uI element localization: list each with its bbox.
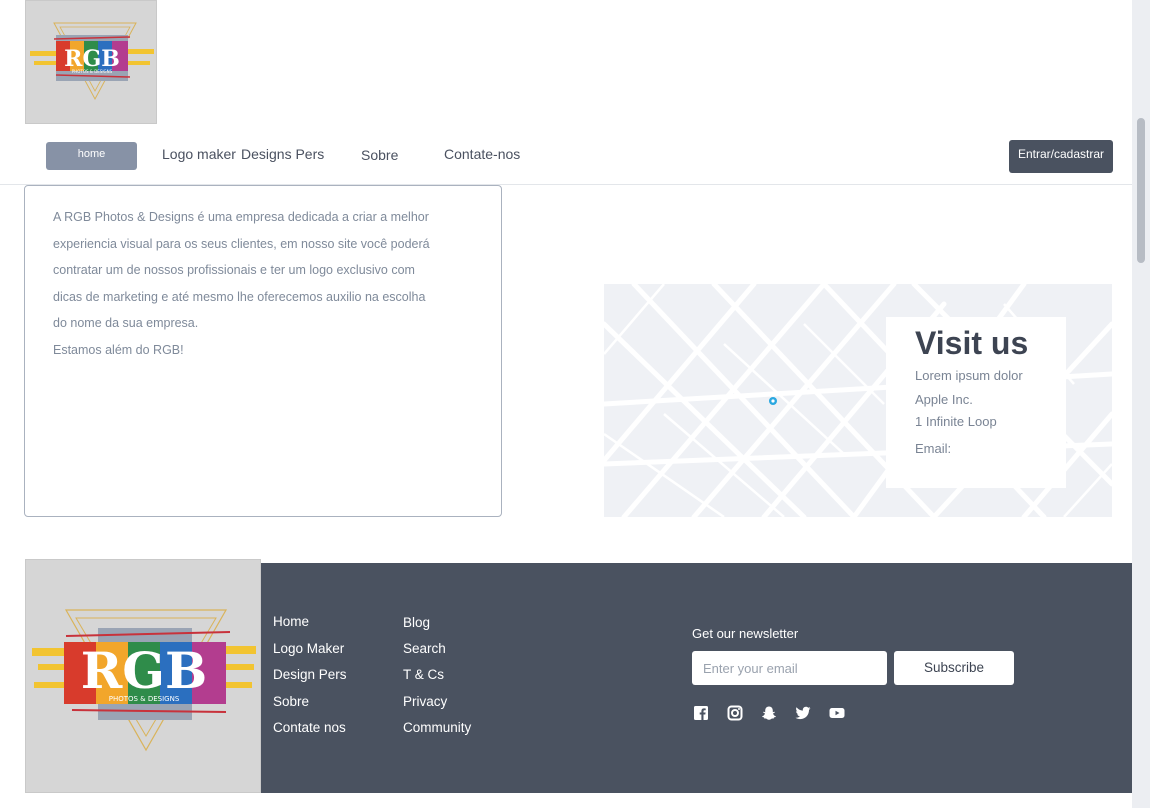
facebook-icon[interactable] [692,705,710,721]
map-pin-icon[interactable] [768,396,778,406]
footer-link-logo-maker[interactable]: Logo Maker [273,641,344,656]
footer-link-sobre[interactable]: Sobre [273,694,309,709]
about-line: experiencia visual para os seus clientes… [53,236,430,251]
footer-logo-text: RGB [81,641,208,700]
twitter-icon[interactable] [794,705,812,721]
visit-line: Lorem ipsum dolor [915,368,1023,383]
snapchat-icon[interactable] [760,705,778,721]
scrollbar-thumb[interactable] [1137,118,1145,263]
footer-link-home[interactable]: Home [273,614,309,629]
footer-link-search[interactable]: Search [403,641,446,656]
visit-line: 1 Infinite Loop [915,414,997,429]
newsletter-label: Get our newsletter [692,626,799,641]
nav-link-designs-pers[interactable]: Designs Pers [241,146,324,162]
about-line: contratar um de nossos profissionais e t… [53,263,415,277]
main-nav: home Logo maker Designs Pers Sobre Conta… [0,131,1132,185]
location-map[interactable]: Visit us Lorem ipsum dolor Apple Inc. 1 … [604,284,1112,517]
nav-link-sobre[interactable]: Sobre [361,147,398,163]
footer-link-community[interactable]: Community [403,720,471,735]
about-line: dicas de marketing e até mesmo lhe ofere… [53,289,426,304]
youtube-icon[interactable] [828,705,846,721]
about-text: A RGB Photos & Designs é uma empresa ded… [53,204,473,363]
footer: Home Logo Maker Design Pers Sobre Contat… [261,563,1141,793]
footer-logo-subtext: PHOTOS & DESIGNS [109,695,180,703]
visit-email-label: Email: [915,441,952,456]
header-logo[interactable]: RGB PHOTOS & DESIGNS [25,0,157,124]
footer-link-contate-nos[interactable]: Contate nos [273,720,346,735]
footer-link-terms[interactable]: T & Cs [403,667,444,682]
login-register-button[interactable]: Entrar/cadastrar [1009,140,1113,173]
about-line: Estamos além do RGB! [53,342,184,357]
about-line: do nome da sua empresa. [53,316,199,330]
nav-home-button[interactable]: home [46,142,137,170]
footer-link-blog[interactable]: Blog [403,615,430,630]
footer-link-privacy[interactable]: Privacy [403,694,447,709]
footer-logo[interactable]: RGB PHOTOS & DESIGNS [25,559,261,793]
nav-link-contate-nos[interactable]: Contate-nos [444,146,520,162]
visit-line: Apple Inc. [915,392,973,407]
footer-link-design-pers[interactable]: Design Pers [273,667,347,682]
visit-us-title: Visit us [915,325,1029,361]
subscribe-button[interactable]: Subscribe [894,651,1014,685]
page-scrollbar[interactable] [1132,0,1150,808]
newsletter-email-input[interactable] [692,651,887,685]
visit-us-card: Visit us Lorem ipsum dolor Apple Inc. 1 … [886,317,1066,488]
nav-link-logo-maker[interactable]: Logo maker [162,146,236,162]
instagram-icon[interactable] [726,705,744,721]
about-card: A RGB Photos & Designs é uma empresa ded… [24,185,502,517]
logo-subtext: PHOTOS & DESIGNS [72,69,113,74]
about-line: A RGB Photos & Designs é uma empresa ded… [53,210,429,224]
